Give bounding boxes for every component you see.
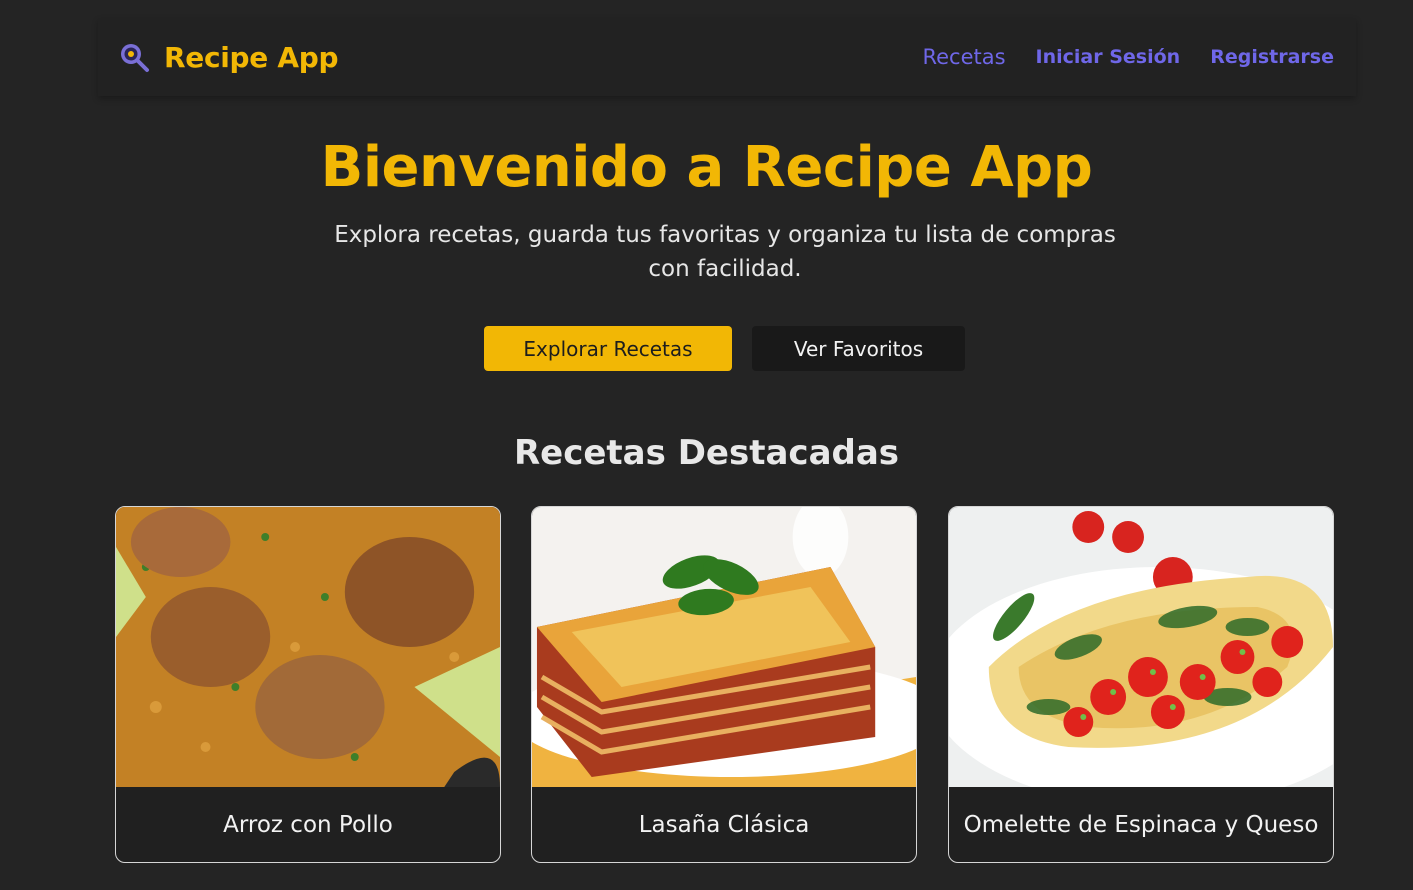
- recipe-card-omelette-espinaca-queso[interactable]: Omelette de Espinaca y Queso: [948, 506, 1334, 863]
- nav-link-recetas[interactable]: Recetas: [922, 45, 1005, 69]
- recipe-card-lasana-clasica[interactable]: Lasaña Clásica: [531, 506, 917, 863]
- hero-subtitle: Explora recetas, guarda tus favoritas y …: [334, 222, 1116, 282]
- explore-recipes-button[interactable]: Explorar Recetas: [484, 326, 732, 371]
- recipe-card-title: Lasaña Clásica: [638, 812, 810, 838]
- navbar: Recipe App Recetas Iniciar Sesión Regist…: [98, 18, 1356, 96]
- hero-title: Bienvenido a Recipe App: [320, 135, 1093, 200]
- brand[interactable]: Recipe App: [118, 40, 339, 74]
- magnifier-pan-icon: [121, 44, 149, 72]
- view-favorites-button[interactable]: Ver Favoritos: [752, 326, 965, 371]
- brand-name: Recipe App: [164, 40, 339, 74]
- lasagna-photo: [532, 507, 916, 787]
- recipe-card-title: Arroz con Pollo: [223, 812, 393, 838]
- recipe-card-arroz-con-pollo[interactable]: Arroz con Pollo: [115, 506, 501, 863]
- recipe-card-title: Omelette de Espinaca y Queso: [963, 812, 1319, 838]
- chicken-rice-photo: [116, 507, 500, 787]
- featured-section-title: Recetas Destacadas: [513, 433, 900, 473]
- nav-link-iniciar-sesion[interactable]: Iniciar Sesión: [1036, 46, 1181, 68]
- spinach-omelette-photo: [949, 507, 1333, 787]
- nav-link-registrarse[interactable]: Registrarse: [1210, 46, 1334, 68]
- nav-links: Recetas Iniciar Sesión Registrarse: [922, 45, 1334, 69]
